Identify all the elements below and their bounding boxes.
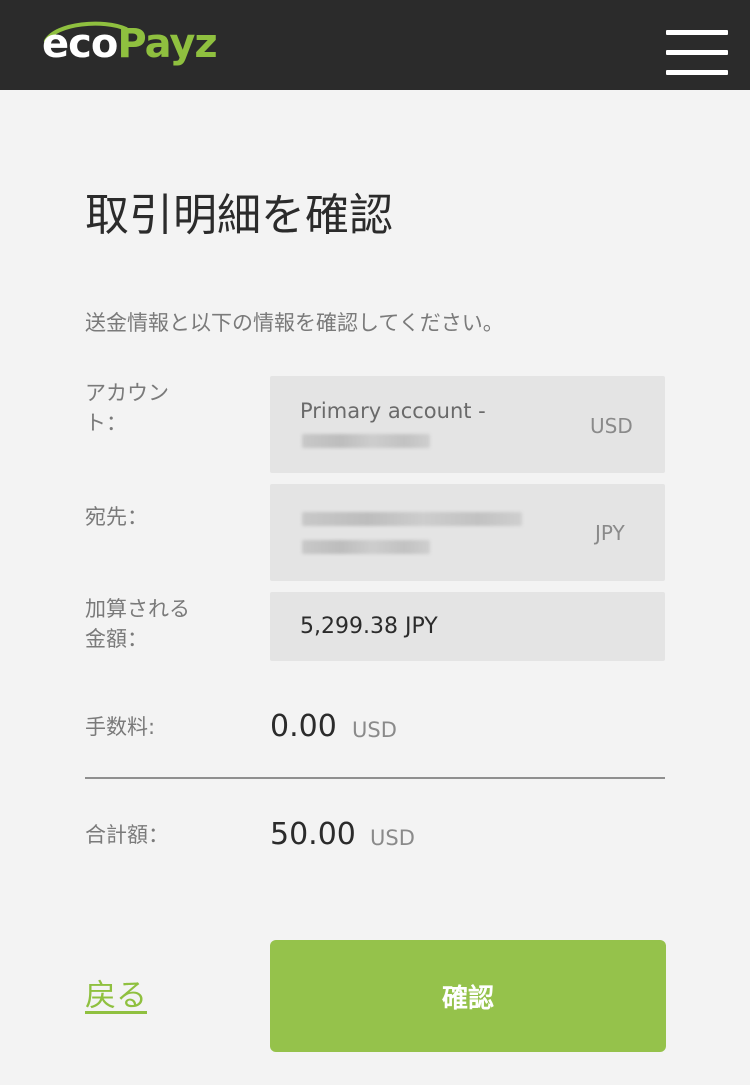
- fee-label: 手数料:: [85, 715, 156, 739]
- logo-payz-text: Payz: [117, 21, 217, 67]
- recipient-id-redacted: [302, 540, 430, 554]
- divider: [85, 777, 665, 779]
- total-label: 合計額：: [85, 823, 169, 847]
- logo-eco-text: eco: [42, 21, 118, 67]
- credited-amount-value: 5,299.38 JPY: [300, 614, 438, 639]
- confirm-button[interactable]: 確認: [270, 940, 666, 1052]
- account-value: Primary account -: [300, 399, 486, 423]
- account-label-line1: アカウン: [85, 381, 169, 405]
- recipient-name-redacted: [302, 512, 522, 526]
- page-subtitle: 送金情報と以下の情報を確認してください。: [85, 311, 504, 335]
- credited-amount-label-line2: 金額：: [85, 627, 148, 651]
- top-navigation-bar: ecoPayz: [0, 0, 750, 90]
- recipient-field: JPY: [270, 484, 665, 581]
- credited-amount-label-line1: 加算される: [85, 597, 190, 621]
- account-field: Primary account - USD: [270, 376, 665, 473]
- total-currency: USD: [370, 826, 415, 850]
- page-title: 取引明細を確認: [85, 190, 393, 241]
- account-label: アカウン ト：: [85, 378, 245, 438]
- logo-wordmark: ecoPayz: [42, 16, 218, 72]
- ecopayz-logo[interactable]: ecoPayz: [42, 16, 218, 72]
- account-currency: USD: [590, 414, 633, 438]
- account-number-redacted: [302, 434, 430, 448]
- credited-amount-label: 加算される 金額：: [85, 594, 245, 654]
- fee-currency: USD: [352, 718, 397, 742]
- recipient-label: 宛先：: [85, 505, 148, 529]
- recipient-currency: JPY: [595, 521, 625, 545]
- credited-amount-field: 5,299.38 JPY: [270, 592, 665, 661]
- back-link[interactable]: 戻る: [85, 976, 147, 1016]
- account-label-line2: ト：: [85, 411, 127, 435]
- total-value: 50.00: [270, 817, 356, 852]
- hamburger-menu-icon[interactable]: [666, 30, 728, 76]
- fee-value: 0.00: [270, 709, 337, 744]
